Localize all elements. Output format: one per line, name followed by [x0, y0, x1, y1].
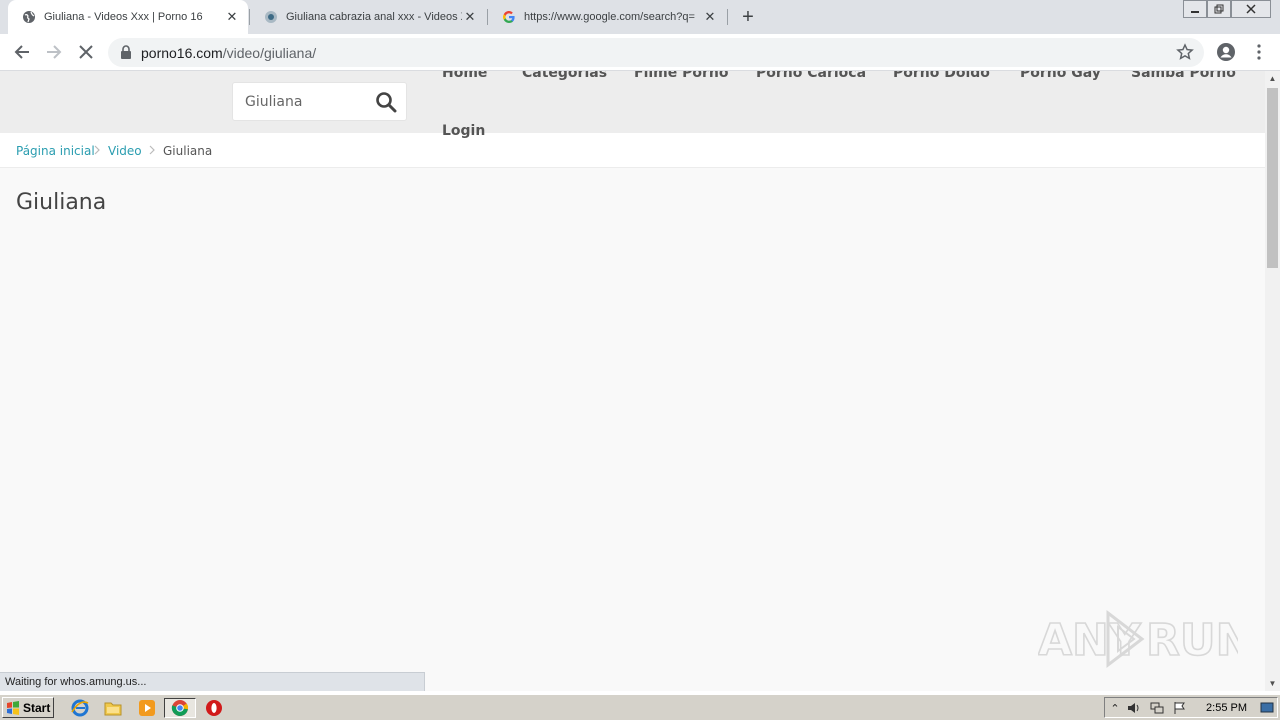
bookmark-star-icon[interactable] — [1176, 43, 1194, 61]
globe-icon — [22, 10, 36, 24]
tab-strip: Giuliana - Videos Xxx | Porno 16 ✕ Giuli… — [0, 0, 1280, 34]
account-icon — [1217, 43, 1235, 61]
start-button[interactable]: Start — [2, 697, 54, 718]
taskbar: Start ⌃ 2:55 PM — [0, 694, 1280, 720]
anyrun-watermark-logo: ANY RUN — [1038, 609, 1238, 669]
clock[interactable]: 2:55 PM — [1206, 702, 1247, 714]
arrow-right-icon — [47, 45, 62, 59]
media-player-icon[interactable] — [137, 698, 157, 718]
close-tab-icon[interactable]: ✕ — [462, 9, 478, 25]
tab-separator — [727, 9, 728, 25]
nav-porno-gay[interactable]: Porno Gay — [1020, 71, 1101, 81]
minimize-window-button[interactable] — [1183, 0, 1207, 18]
nav-home[interactable]: Home — [442, 71, 487, 81]
arrow-left-icon — [14, 45, 29, 59]
menu-button[interactable] — [1247, 40, 1271, 64]
nav-categorias[interactable]: Categorias — [522, 71, 607, 81]
scroll-down-arrow-icon[interactable]: ▼ — [1265, 676, 1280, 691]
lock-icon — [121, 45, 131, 59]
breadcrumb-current: Giuliana — [163, 144, 213, 158]
page-viewport: Home Categorias Filme Porno Porno Carioc… — [0, 71, 1265, 691]
action-center-flag-icon[interactable] — [1173, 701, 1187, 715]
close-window-button[interactable] — [1231, 0, 1271, 18]
show-desktop-icon[interactable] — [1260, 701, 1274, 715]
system-tray: ⌃ 2:55 PM — [1104, 697, 1278, 718]
status-bubble: Waiting for whos.amung.us... — [0, 672, 425, 691]
breadcrumb-home[interactable]: Página inicial — [16, 144, 95, 158]
more-vert-icon — [1257, 44, 1261, 60]
ie-icon[interactable] — [70, 698, 90, 718]
search-icon[interactable] — [375, 91, 397, 113]
restore-window-button[interactable] — [1207, 0, 1231, 18]
browser-toolbar: porno16.com/video/giuliana/ — [0, 34, 1280, 71]
nav-porno-carioca[interactable]: Porno Carioca — [756, 71, 866, 81]
close-icon — [79, 45, 93, 59]
close-tab-icon[interactable]: ✕ — [224, 9, 240, 25]
chevron-right-icon — [149, 145, 155, 155]
nav-samba-porno[interactable]: Samba Porno — [1131, 71, 1236, 81]
opera-icon[interactable] — [204, 698, 224, 718]
breadcrumb-video[interactable]: Video — [108, 144, 142, 158]
tab-title: Giuliana - Videos Xxx | Porno 16 — [44, 11, 203, 23]
windows-logo-icon — [7, 700, 19, 715]
google-icon — [502, 10, 516, 24]
tab-title: Giuliana cabrazia anal xxx - Videos X — [286, 11, 462, 23]
close-tab-icon[interactable]: ✕ — [702, 9, 718, 25]
chrome-taskbar-button[interactable] — [164, 698, 196, 718]
url-text: porno16.com/video/giuliana/ — [141, 45, 316, 61]
scroll-up-arrow-icon[interactable]: ▲ — [1265, 71, 1280, 86]
chevron-right-icon — [94, 145, 100, 155]
svg-text:RUN: RUN — [1146, 615, 1238, 666]
tab-2[interactable]: Giuliana cabrazia anal xxx - Videos X ✕ — [250, 0, 486, 34]
file-explorer-icon[interactable] — [103, 698, 123, 718]
volume-icon[interactable] — [1127, 701, 1141, 715]
tab-3[interactable]: https://www.google.com/search?q= ✕ — [488, 0, 726, 34]
tab-title: https://www.google.com/search?q= — [524, 11, 695, 23]
breadcrumb: Página inicial Video Giuliana — [0, 133, 1265, 168]
chevron-up-icon[interactable]: ⌃ — [1108, 701, 1122, 715]
nav-porno-doido[interactable]: Porno Doido — [893, 71, 990, 81]
scroll-thumb[interactable] — [1267, 88, 1278, 268]
start-label: Start — [23, 700, 51, 715]
search-input[interactable] — [245, 91, 365, 113]
chrome-icon — [171, 700, 189, 717]
nav-login[interactable]: Login — [442, 123, 485, 139]
tab-active[interactable]: Giuliana - Videos Xxx | Porno 16 ✕ — [8, 0, 248, 34]
network-icon[interactable] — [1150, 701, 1164, 715]
stop-loading-button[interactable] — [74, 40, 98, 64]
new-tab-button[interactable]: + — [737, 6, 759, 28]
page-title: Giuliana — [16, 190, 107, 215]
back-button[interactable] — [10, 40, 34, 64]
url-host: porno16.com — [141, 45, 223, 61]
forward-button[interactable] — [42, 40, 66, 64]
nav-filme-porno[interactable]: Filme Porno — [634, 71, 729, 81]
vertical-scrollbar[interactable]: ▲ ▼ — [1265, 71, 1280, 691]
url-path: /video/giuliana/ — [222, 45, 317, 61]
site-search — [232, 82, 407, 121]
address-bar[interactable]: porno16.com/video/giuliana/ — [108, 38, 1204, 67]
svg-text:ANY: ANY — [1038, 615, 1142, 666]
profile-button[interactable] — [1214, 40, 1238, 64]
site-favicon-icon — [264, 10, 278, 24]
